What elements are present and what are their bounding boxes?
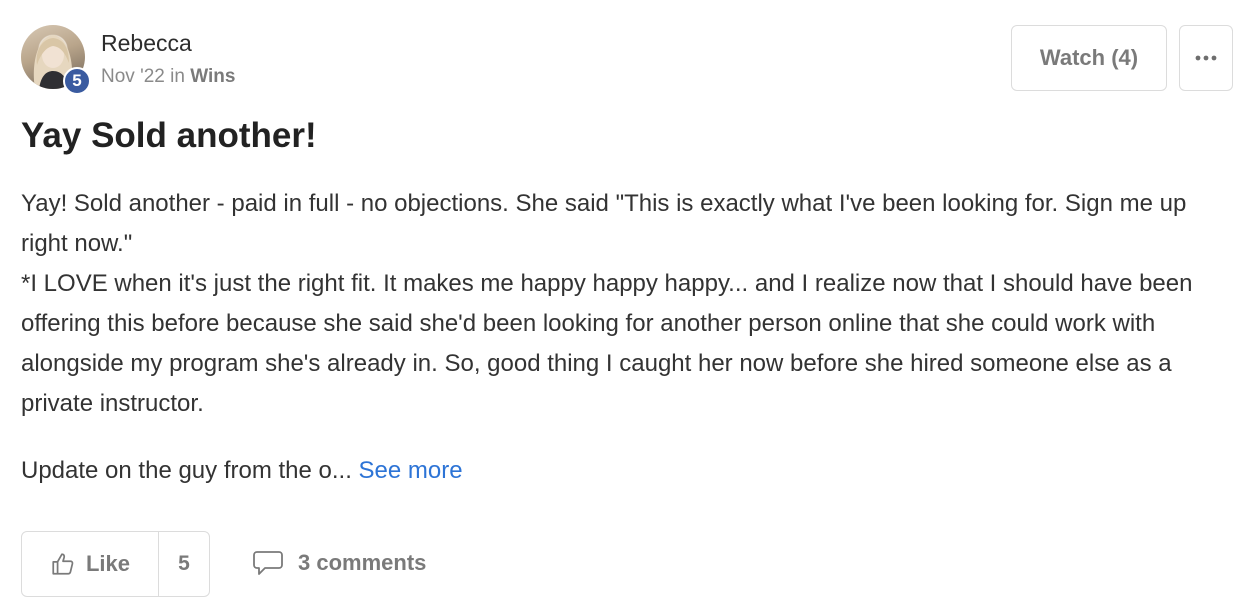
comments-label: 3 comments [298,550,427,575]
comment-bubble-icon [253,551,283,575]
like-group: Like 5 [21,531,210,597]
ellipsis-icon [1195,55,1217,61]
body-paragraph: Yay! Sold another - paid in full - no ob… [21,190,1187,257]
level-badge: 5 [63,67,91,95]
like-label: Like [85,551,131,576]
thumbs-up-icon [52,553,74,575]
post-card: 5 Rebecca Nov '22 in Wins Watch (4) Yay … [0,0,1250,597]
body-paragraph: *I LOVE when it's just the right fit. It… [21,270,1193,417]
comments-link[interactable]: 3 comments [252,545,426,581]
like-button[interactable]: Like [22,532,159,596]
author-avatar-group[interactable]: 5 [21,25,91,95]
category-link[interactable]: Wins [190,66,235,87]
see-more-link[interactable]: See more [359,457,463,484]
post-date: Nov '22 [101,66,165,87]
meta-in-word: in [164,66,191,87]
author-name[interactable]: Rebecca [101,30,192,57]
post-preview: Update on the guy from the o... See more [21,451,463,491]
post-body: Yay! Sold another - paid in full - no ob… [21,184,1231,424]
watch-button[interactable]: Watch (4) [1011,25,1167,91]
truncated-text: Update on the guy from the o... [21,457,359,484]
like-count[interactable]: 5 [159,532,209,596]
post-meta: Nov '22 in Wins [101,66,235,88]
more-options-button[interactable] [1179,25,1233,91]
post-title: Yay Sold another! [21,116,317,155]
